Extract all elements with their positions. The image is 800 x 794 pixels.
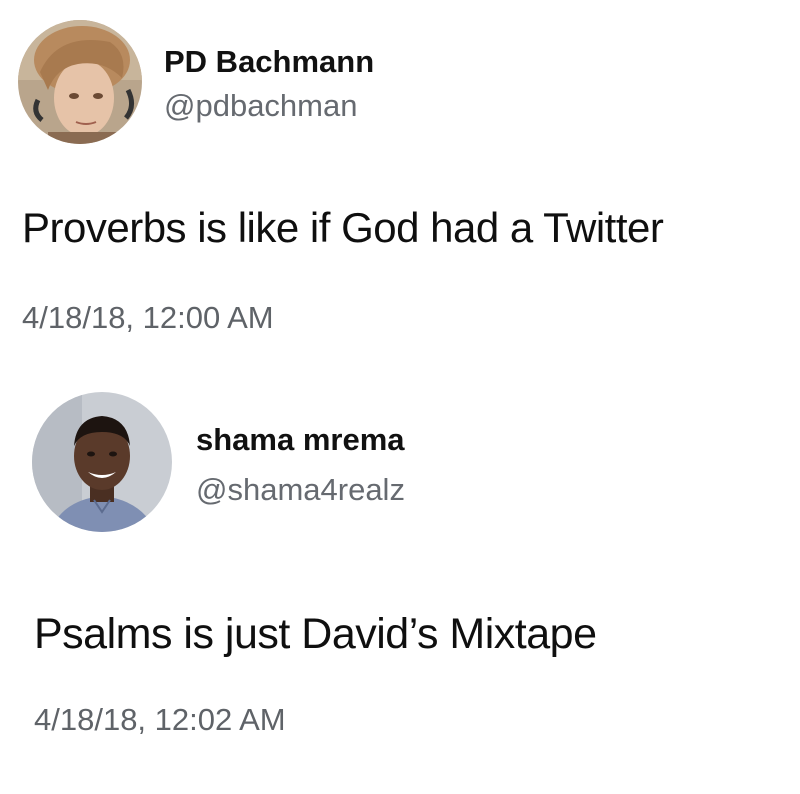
- avatar-photo-icon: [18, 20, 142, 144]
- display-name[interactable]: shama mrema: [196, 422, 405, 458]
- avatar-shama4realz[interactable]: [32, 392, 172, 532]
- tweet-timestamp[interactable]: 4/18/18, 12:02 AM: [34, 702, 286, 738]
- user-handle[interactable]: @shama4realz: [196, 472, 405, 508]
- display-name[interactable]: PD Bachmann: [164, 44, 374, 80]
- avatar-photo-icon: [32, 392, 172, 532]
- tweet-timestamp[interactable]: 4/18/18, 12:00 AM: [22, 300, 274, 336]
- tweet-1: PD Bachmann @pdbachman Proverbs is like …: [0, 0, 800, 360]
- user-handle[interactable]: @pdbachman: [164, 88, 357, 124]
- tweet-2: shama mrema @shama4realz Psalms is just …: [0, 380, 800, 794]
- avatar-pdbachman[interactable]: [18, 20, 142, 144]
- tweet-text: Proverbs is like if God had a Twitter: [22, 204, 664, 251]
- tweet-text: Psalms is just David’s Mixtape: [34, 610, 597, 658]
